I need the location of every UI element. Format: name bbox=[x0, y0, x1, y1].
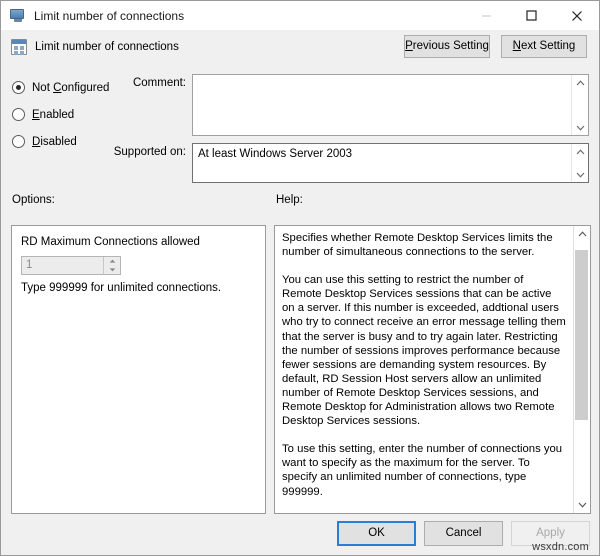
radio-mark-icon bbox=[12, 108, 25, 121]
previous-setting-button[interactable]: Previous Setting bbox=[404, 35, 490, 58]
supported-on-textbox: At least Windows Server 2003 bbox=[192, 143, 589, 183]
help-section-label: Help: bbox=[276, 194, 303, 206]
radio-disabled-label: Disabled bbox=[32, 136, 77, 148]
help-panel: Specifies whether Remote Desktop Service… bbox=[274, 225, 591, 514]
comment-textbox[interactable] bbox=[192, 74, 589, 136]
radio-enabled-label: Enabled bbox=[32, 109, 74, 121]
supported-on-label: Supported on: bbox=[101, 146, 186, 158]
group-policy-setting-dialog: Limit number of connections Limit number… bbox=[0, 0, 600, 556]
maximize-icon[interactable] bbox=[509, 1, 554, 30]
help-paragraph: Specifies whether Remote Desktop Service… bbox=[282, 231, 566, 259]
minimize-icon[interactable] bbox=[464, 1, 509, 30]
comment-label: Comment: bbox=[101, 77, 186, 89]
policy-setting-icon bbox=[11, 39, 27, 55]
watermark: wsxdn.com bbox=[532, 541, 589, 553]
max-connections-label: RD Maximum Connections allowed bbox=[21, 236, 200, 248]
dialog-footer: OK Cancel Apply wsxdn.com bbox=[1, 513, 599, 555]
radio-not-configured-label: Not Configured bbox=[32, 82, 109, 94]
scroll-track[interactable] bbox=[574, 242, 590, 497]
radio-mark-icon bbox=[12, 81, 25, 94]
help-paragraph: To use this setting, enter the number of… bbox=[282, 442, 566, 498]
scroll-down-icon[interactable] bbox=[574, 497, 590, 513]
scroll-down-icon[interactable] bbox=[572, 167, 588, 182]
window-controls bbox=[464, 1, 599, 30]
window-title: Limit number of connections bbox=[34, 9, 184, 23]
cancel-button[interactable]: Cancel bbox=[424, 521, 503, 546]
help-text: Specifies whether Remote Desktop Service… bbox=[275, 226, 573, 513]
supported-on-scrollbar[interactable] bbox=[571, 144, 588, 182]
supported-on-value: At least Windows Server 2003 bbox=[193, 144, 571, 182]
setting-nav-buttons: Previous Setting Next Setting bbox=[404, 35, 587, 58]
unlimited-connections-hint: Type 999999 for unlimited connections. bbox=[21, 282, 221, 294]
stepper-down-icon[interactable] bbox=[104, 266, 120, 275]
scroll-up-icon[interactable] bbox=[572, 75, 588, 90]
stepper-buttons bbox=[103, 257, 120, 274]
help-scrollbar[interactable] bbox=[573, 226, 590, 513]
scroll-track[interactable] bbox=[572, 159, 588, 167]
setting-header: Limit number of connections Previous Set… bbox=[1, 30, 599, 63]
radio-mark-icon bbox=[12, 135, 25, 148]
remote-desktop-monitor-icon bbox=[9, 7, 27, 25]
max-connections-value[interactable]: 1 bbox=[22, 257, 103, 274]
max-connections-stepper[interactable]: 1 bbox=[21, 256, 121, 275]
scroll-thumb[interactable] bbox=[575, 250, 588, 420]
help-paragraph: You can use this setting to restrict the… bbox=[282, 273, 566, 428]
radio-enabled[interactable]: Enabled bbox=[12, 101, 122, 128]
ok-button[interactable]: OK bbox=[337, 521, 416, 546]
scroll-down-icon[interactable] bbox=[572, 120, 588, 135]
stepper-up-icon[interactable] bbox=[104, 257, 120, 266]
configuration-area: Not Configured Enabled Disabled Comment: bbox=[1, 67, 599, 183]
title-bar: Limit number of connections bbox=[1, 1, 599, 30]
scroll-up-icon[interactable] bbox=[572, 144, 588, 159]
close-icon[interactable] bbox=[554, 1, 599, 30]
scroll-track[interactable] bbox=[572, 90, 588, 120]
options-panel: RD Maximum Connections allowed 1 Type 99… bbox=[11, 225, 266, 514]
setting-name: Limit number of connections bbox=[35, 41, 179, 53]
options-section-label: Options: bbox=[12, 194, 55, 206]
next-setting-button[interactable]: Next Setting bbox=[501, 35, 587, 58]
comment-value[interactable] bbox=[193, 75, 571, 135]
comment-scrollbar[interactable] bbox=[571, 75, 588, 135]
scroll-up-icon[interactable] bbox=[574, 226, 590, 242]
